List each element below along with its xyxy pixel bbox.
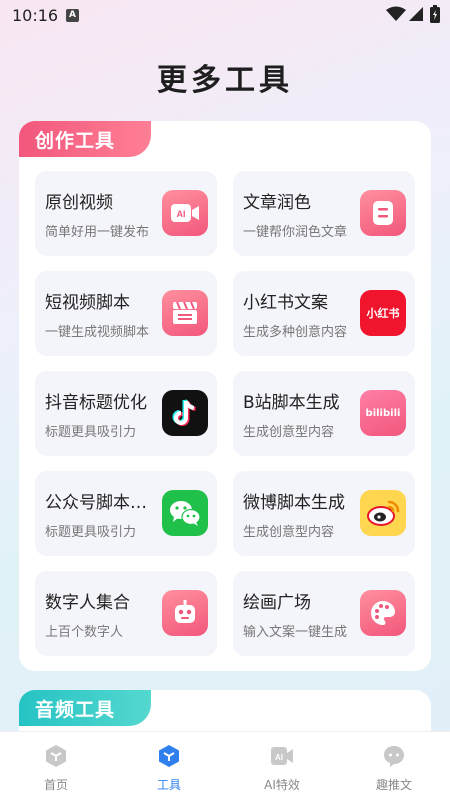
tile-subtitle: 生成多种创意内容 (243, 325, 348, 340)
nav-label: AI特效 (264, 778, 300, 792)
home-cube-icon (46, 745, 66, 767)
tool-weibo-script[interactable]: 微博脚本生成 生成创意型内容 (233, 471, 415, 556)
nav-tools[interactable]: 工具 (119, 732, 219, 800)
bilibili-icon: bilibili (360, 390, 406, 436)
battery-icon (430, 5, 440, 23)
ai-video-icon: AI (162, 190, 208, 236)
tile-title: 抖音标题优化 (45, 393, 147, 413)
nav-label: 工具 (156, 778, 181, 792)
tile-title: 短视频脚本 (45, 293, 130, 313)
tile-title: 原创视频 (45, 193, 113, 213)
tile-subtitle: 简单好用一键发布 (45, 225, 150, 240)
tile-subtitle: 一键帮你润色文章 (243, 225, 348, 240)
clapperboard-icon (162, 290, 208, 336)
tools-cube-icon (159, 745, 179, 767)
wechat-icon (162, 490, 208, 536)
wifi-icon (386, 6, 406, 21)
xiaohongshu-icon: 小红书 (360, 290, 406, 336)
page-title: 更多工具 (157, 63, 293, 98)
document-icon (360, 190, 406, 236)
tile-subtitle: 标题更具吸引力 (45, 525, 137, 540)
chat-bubble-icon (384, 746, 404, 767)
section-creation-tools: 创作工具 原创视频 简单好用一键发布 AI 文章润色 一键帮你润色文章 短视频脚… (19, 121, 431, 671)
tile-title: 微博脚本生成 (243, 493, 345, 513)
signal-icon (409, 7, 423, 21)
nav-ai-effects[interactable]: AI AI特效 (232, 732, 332, 800)
tile-subtitle: 标题更具吸引力 (45, 425, 137, 440)
tool-short-video-script[interactable]: 短视频脚本 一键生成视频脚本 (35, 271, 217, 356)
weibo-icon (360, 490, 406, 536)
tile-title: 小红书文案 (243, 293, 328, 313)
svg-text:AI: AI (177, 209, 186, 219)
bottom-nav: 首页 工具 AI AI特效 趣推文 (0, 731, 450, 800)
tile-subtitle: 输入文案一键生成 (243, 625, 348, 640)
section-title: 创作工具 (35, 130, 116, 152)
tool-wechat-official-script[interactable]: 公众号脚本生成 标题更具吸引力 (35, 471, 217, 556)
tile-title: 绘画广场 (243, 593, 311, 613)
nav-label: 首页 (43, 778, 68, 792)
svg-text:AI: AI (275, 753, 283, 762)
nav-label: 趣推文 (375, 778, 412, 792)
tile-subtitle: 上百个数字人 (45, 625, 124, 640)
section-title: 音频工具 (35, 699, 116, 721)
tool-painting-plaza[interactable]: 绘画广场 输入文案一键生成 (233, 571, 415, 656)
status-bar: 10:16 A (0, 0, 450, 30)
tool-bilibili-script[interactable]: B站脚本生成 生成创意型内容 bilibili (233, 371, 415, 456)
tool-digital-human[interactable]: 数字人集合 上百个数字人 (35, 571, 217, 656)
tile-title: 数字人集合 (45, 593, 130, 613)
tool-douyin-title[interactable]: 抖音标题优化 标题更具吸引力 (35, 371, 217, 456)
ai-effects-icon: AI (271, 747, 293, 765)
robot-icon (162, 590, 208, 636)
tool-article-polish[interactable]: 文章润色 一键帮你润色文章 (233, 171, 415, 256)
tile-subtitle: 生成创意型内容 (243, 425, 335, 440)
section-header: 音频工具 (19, 690, 151, 726)
status-time: 10:16 (12, 6, 59, 25)
tool-original-video[interactable]: 原创视频 简单好用一键发布 AI (35, 171, 217, 256)
tile-title: 公众号脚本生成 (45, 493, 163, 513)
notification-icon: A (66, 9, 79, 22)
douyin-icon (162, 390, 208, 436)
tile-subtitle: 一键生成视频脚本 (45, 325, 150, 340)
tool-xiaohongshu-copy[interactable]: 小红书文案 生成多种创意内容 小红书 (233, 271, 415, 356)
tile-subtitle: 生成创意型内容 (243, 525, 335, 540)
tile-title: B站脚本生成 (243, 393, 340, 413)
tile-title: 文章润色 (243, 193, 311, 213)
palette-icon (360, 590, 406, 636)
nav-home[interactable]: 首页 (6, 732, 106, 800)
section-header: 创作工具 (19, 121, 151, 157)
nav-fun-posts[interactable]: 趣推文 (344, 732, 444, 800)
